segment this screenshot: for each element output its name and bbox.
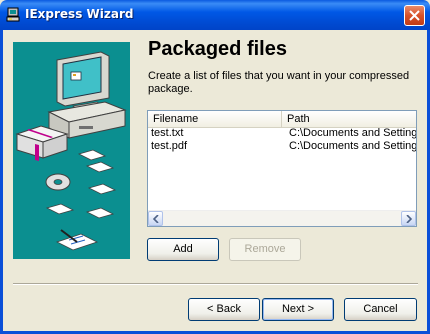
scroll-left-button[interactable] [148,211,163,226]
window-border-left [0,30,3,334]
iexpress-wizard-window: IExpress Wizard Packaged files Create a … [0,0,430,334]
file-list[interactable]: Filename Path test.txt C:\Documents and … [147,110,417,227]
file-list-header: Filename Path [148,111,416,128]
list-item-filename: test.txt [151,127,184,139]
add-button[interactable]: Add [147,238,219,261]
list-item[interactable]: test.pdf C:\Documents and Settings [148,140,416,153]
divider [13,283,418,285]
next-button[interactable]: Next > [262,298,334,321]
wizard-side-illustration [13,42,130,259]
page-heading: Packaged files [148,38,287,60]
cancel-button[interactable]: Cancel [344,298,417,321]
column-header-path[interactable]: Path [282,111,416,127]
page-description: Create a list of files that you want in … [148,70,410,95]
window-title: IExpress Wizard [25,7,134,21]
remove-button[interactable]: Remove [229,238,301,261]
list-item-path: C:\Documents and Settings [289,127,417,139]
title-bar[interactable]: IExpress Wizard [0,0,430,30]
chevron-left-icon [153,215,159,223]
list-item-path: C:\Documents and Settings [289,140,417,152]
list-item-filename: test.pdf [151,140,188,152]
file-list-rows: test.txt C:\Documents and Settings test.… [148,127,416,153]
back-button[interactable]: < Back [188,298,260,321]
iexpress-app-icon [6,7,20,22]
list-item[interactable]: test.txt C:\Documents and Settings [148,127,416,140]
close-icon [409,10,420,21]
horizontal-scrollbar[interactable] [148,210,416,226]
column-header-filename[interactable]: Filename [148,111,282,127]
scroll-right-button[interactable] [401,211,416,226]
chevron-right-icon [406,215,412,223]
close-button[interactable] [404,5,425,26]
computer-packaging-illustration-icon [15,51,127,251]
